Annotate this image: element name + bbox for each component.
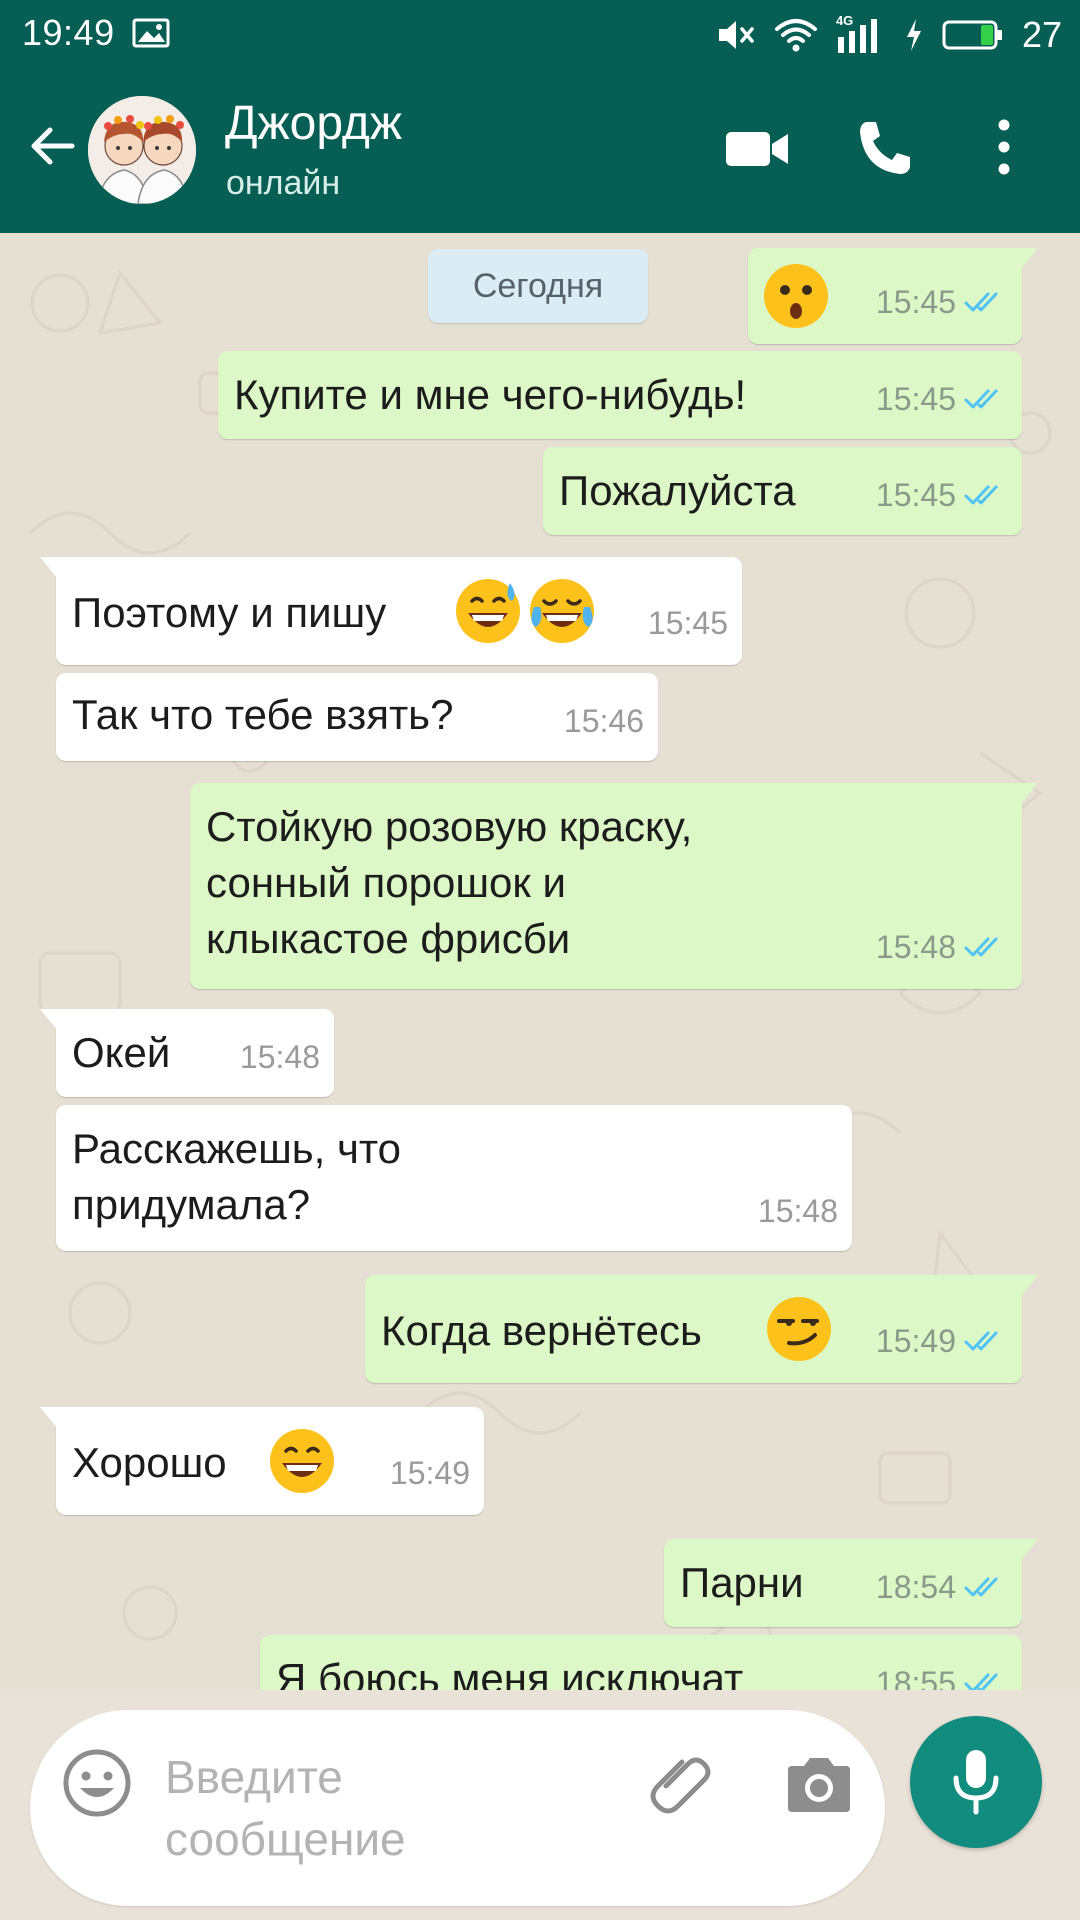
placeholder-line: сообщение [165, 1813, 406, 1865]
message-time: 15:45 [875, 477, 956, 513]
back-arrow-icon[interactable] [22, 116, 82, 176]
read-receipt-icon [964, 1673, 998, 1690]
camera-icon[interactable] [786, 1752, 852, 1814]
message-time: 15:45 [647, 605, 728, 641]
message-bubble-outgoing[interactable]: Я боюсь меня исключат 18:55 [260, 1635, 1022, 1690]
read-receipt-icon [964, 1331, 998, 1351]
message-bubble-incoming[interactable]: Окей 15:48 [40, 1009, 334, 1097]
contact-status: онлайн [226, 164, 341, 202]
message-text: Я боюсь меня исключат [276, 1655, 744, 1690]
mic-icon [953, 1750, 999, 1815]
message-text: Хорошо [72, 1439, 227, 1486]
message-input[interactable]: Введите сообщение [165, 1746, 525, 1870]
message-time: 18:55 [875, 1665, 956, 1690]
read-receipt-icon [964, 1577, 998, 1597]
message-text-line: клыкастое фрисби [206, 915, 571, 962]
message-time: 15:48 [757, 1193, 838, 1229]
message-bubble-outgoing[interactable]: Стойкую розовую краску, сонный порошок и… [190, 783, 1038, 989]
astonished-face-emoji [764, 264, 828, 328]
avatar-illustration [88, 96, 196, 204]
phone-icon[interactable] [852, 116, 916, 180]
status-time: 19:49 [22, 12, 115, 53]
message-text-line: сонный порошок и [206, 859, 566, 906]
status-icons: 4G 27 [716, 12, 1062, 58]
read-receipt-icon [964, 389, 998, 409]
message-text: Поэтому и пишу [72, 589, 387, 636]
bubble-tail [1012, 783, 1038, 805]
message-time: 15:49 [389, 1455, 470, 1491]
bubble-tail [40, 1407, 66, 1429]
attach-icon[interactable] [646, 1746, 718, 1818]
message-text: Парни [680, 1559, 804, 1606]
read-receipt-icon [964, 292, 998, 312]
placeholder-line: Введите [165, 1751, 343, 1803]
message-bubble-outgoing[interactable]: Когда вернётесь 15:49 [365, 1275, 1038, 1383]
message-time: 15:48 [875, 929, 956, 965]
message-bubble-outgoing[interactable]: Купите и мне чего-нибудь! 15:45 [218, 351, 1022, 439]
message-bubble-incoming[interactable]: Поэтому и пишу 15:45 [40, 557, 742, 665]
video-call-icon[interactable] [722, 118, 792, 178]
contact-name[interactable]: Джордж [225, 96, 402, 151]
message-text-line: Стойкую розовую краску, [206, 803, 693, 850]
battery-icon [942, 20, 1002, 50]
bubble-tail [40, 557, 66, 579]
bubble-tail [1012, 1275, 1038, 1297]
message-time: 15:45 [875, 381, 956, 417]
bubble-tail [40, 1009, 66, 1031]
charging-icon [906, 19, 921, 51]
message-time: 15:45 [875, 284, 956, 320]
read-receipt-icon [964, 937, 998, 957]
message-bubble-outgoing[interactable]: Пожалуйста 15:45 [543, 447, 1022, 535]
grinning-face-emoji [270, 1429, 334, 1493]
message-time: 15:46 [563, 703, 644, 739]
message-text-line: Расскажешь, что [72, 1125, 402, 1172]
message-bubble-outgoing[interactable]: 15:45 [748, 248, 1038, 344]
message-text: Когда вернётесь [381, 1307, 702, 1354]
chat-header: Джордж онлайн [0, 70, 1080, 233]
message-time: 18:54 [875, 1569, 956, 1605]
more-vertical-icon[interactable] [984, 114, 1024, 180]
chat-area[interactable]: Сегодня 15:45 Купите и мне чего-нибудь! … [0, 233, 1080, 1690]
message-text: Пожалуйста [559, 467, 796, 514]
message-time: 15:48 [239, 1039, 320, 1075]
message-time: 15:49 [875, 1323, 956, 1359]
message-bubble-outgoing[interactable]: Парни 18:54 [664, 1539, 1038, 1627]
battery-level: 27 [1021, 14, 1062, 55]
message-bubble-incoming[interactable]: Хорошо 15:49 [40, 1407, 484, 1515]
image-notification-icon [132, 18, 170, 48]
message-bubble-incoming[interactable]: Расскажешь, что придумала? 15:48 [56, 1105, 852, 1251]
message-text: Купите и мне чего-нибудь! [234, 371, 747, 418]
message-text: Окей [72, 1029, 171, 1076]
message-composer: Введите сообщение [30, 1710, 885, 1906]
grinning-sweat-face-emoji [456, 579, 520, 643]
status-bar: 19:49 4G 27 [0, 0, 1080, 70]
bubble-tail [1012, 248, 1038, 270]
avatar[interactable] [88, 96, 196, 204]
mic-button[interactable] [910, 1716, 1042, 1848]
signal-icon: 4G [836, 13, 886, 55]
wifi-icon [774, 19, 817, 52]
message-bubble-incoming[interactable]: Так что тебе взять? 15:46 [56, 673, 658, 761]
message-text-line: придумала? [72, 1181, 311, 1228]
smirking-face-emoji [767, 1297, 831, 1361]
date-divider: Сегодня [428, 249, 648, 323]
mute-icon [718, 21, 754, 49]
tears-of-joy-face-emoji [530, 579, 594, 643]
emoji-icon[interactable] [60, 1746, 134, 1820]
message-text: Так что тебе взять? [72, 691, 454, 738]
bubble-tail [1012, 1539, 1038, 1561]
read-receipt-icon [964, 485, 998, 505]
